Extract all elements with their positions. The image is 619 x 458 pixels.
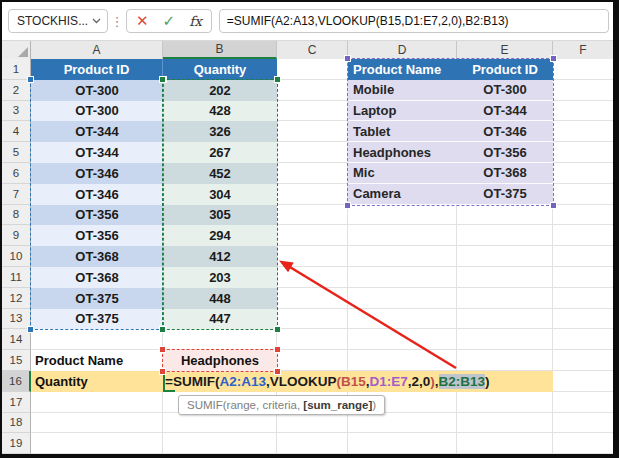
- cell-b3[interactable]: 428: [163, 101, 277, 122]
- cell-a13[interactable]: OT-375: [31, 309, 163, 330]
- formula-bar-text: =SUMIF(A2:A13,VLOOKUP(B15,D1:E7,2,0),B2:…: [227, 14, 509, 28]
- cell-e1[interactable]: Product ID: [457, 59, 553, 80]
- row-header-19[interactable]: 19: [2, 433, 31, 454]
- cell-d1[interactable]: Product Name: [348, 59, 457, 80]
- cell-b7[interactable]: 304: [163, 184, 277, 205]
- row-header-15[interactable]: 15: [2, 350, 31, 371]
- cancel-icon[interactable]: ✕: [136, 12, 149, 30]
- formula-buttons: ✕ ✓ fx: [126, 9, 212, 33]
- column-header-a[interactable]: A: [31, 41, 163, 59]
- row-header-3[interactable]: 3: [2, 101, 31, 122]
- row-header-6[interactable]: 6: [2, 163, 31, 184]
- row-header-2[interactable]: 2: [2, 80, 31, 101]
- data-table: Product ID Quantity OT-300 202 OT-300 42…: [31, 59, 277, 329]
- row-header-5[interactable]: 5: [2, 142, 31, 163]
- row-headers: 1 2 3 4 5 6 7 8 9 10 11 12 13 14 15 16 1…: [2, 59, 31, 454]
- cell-a8[interactable]: OT-356: [31, 205, 163, 226]
- column-header-f[interactable]: F: [553, 41, 613, 59]
- cell-a15[interactable]: Product Name: [31, 350, 163, 371]
- row-header-1[interactable]: 1: [2, 59, 31, 80]
- cell-b15-value: Headphones: [181, 353, 259, 368]
- name-box-drag-handle[interactable]: ⋮: [108, 14, 126, 29]
- row-header-9[interactable]: 9: [2, 225, 31, 246]
- row-header-13[interactable]: 13: [2, 309, 31, 330]
- cell-d3[interactable]: Laptop: [348, 101, 457, 122]
- column-header-d[interactable]: D: [348, 41, 457, 59]
- name-box[interactable]: STOCKHIS...: [8, 9, 108, 33]
- name-box-value: STOCKHIS...: [17, 14, 92, 28]
- formula-toolbar: STOCKHIS... ⋮ ✕ ✓ fx =SUMIF(A2:A13,VLOOK…: [2, 2, 613, 40]
- row-16-highlight: Quantity =SUMIF(A2:A13,VLOOKUP(B15,D1:E7…: [31, 371, 553, 392]
- cell-d2[interactable]: Mobile: [348, 80, 457, 101]
- chevron-down-icon: [92, 18, 101, 24]
- cell-b5[interactable]: 267: [163, 142, 277, 163]
- cell-a4[interactable]: OT-344: [31, 121, 163, 142]
- cell-b6[interactable]: 452: [163, 163, 277, 184]
- cell-d6[interactable]: Mic: [348, 163, 457, 184]
- row-header-17[interactable]: 17: [2, 392, 31, 413]
- cell-a16[interactable]: Quantity: [31, 371, 163, 392]
- cell-b11[interactable]: 203: [163, 267, 277, 288]
- cell-b8[interactable]: 305: [163, 205, 277, 226]
- row-header-14[interactable]: 14: [2, 329, 31, 350]
- cell-d4[interactable]: Tablet: [348, 121, 457, 142]
- tooltip-text: SUMIF(range, criteria,: [187, 399, 303, 411]
- row-header-11[interactable]: 11: [2, 267, 31, 288]
- selection-handle: [275, 347, 280, 352]
- row-header-16[interactable]: 16: [2, 371, 31, 392]
- cell-a10[interactable]: OT-368: [31, 246, 163, 267]
- selection-handle: [160, 369, 165, 374]
- formula-bar[interactable]: =SUMIF(A2:A13,VLOOKUP(B15,D1:E7,2,0),B2:…: [219, 9, 609, 33]
- cell-e5[interactable]: OT-356: [457, 142, 553, 163]
- cell-a2[interactable]: OT-300: [31, 80, 163, 101]
- selection-handle: [160, 347, 165, 352]
- cell-a5[interactable]: OT-344: [31, 142, 163, 163]
- row-header-12[interactable]: 12: [2, 288, 31, 309]
- cell-e6[interactable]: OT-368: [457, 163, 553, 184]
- cell-e2[interactable]: OT-300: [457, 80, 553, 101]
- insert-function-icon[interactable]: fx: [189, 13, 202, 29]
- cell-b2[interactable]: 202: [163, 80, 277, 101]
- cell-e4[interactable]: OT-346: [457, 121, 553, 142]
- cell-a7[interactable]: OT-346: [31, 184, 163, 205]
- column-headers: A B C D E F: [2, 40, 613, 59]
- selection-handle: [275, 369, 280, 374]
- column-header-c[interactable]: C: [277, 41, 348, 59]
- cell-a9[interactable]: OT-356: [31, 225, 163, 246]
- excel-window: STOCKHIS... ⋮ ✕ ✓ fx =SUMIF(A2:A13,VLOOK…: [2, 2, 613, 454]
- lookup-table: Product Name Product ID Mobile OT-300 La…: [348, 59, 553, 205]
- select-all-triangle-icon: [18, 47, 28, 57]
- function-tooltip: SUMIF(range, criteria, [sum_range]): [178, 395, 385, 415]
- cell-b15[interactable]: Headphones: [162, 349, 278, 371]
- cell-e7[interactable]: OT-375: [457, 184, 553, 205]
- row-header-4[interactable]: 4: [2, 121, 31, 142]
- cell-a6[interactable]: OT-346: [31, 163, 163, 184]
- enter-icon[interactable]: ✓: [163, 12, 176, 30]
- tooltip-text: ): [372, 399, 376, 411]
- row-header-18[interactable]: 18: [2, 413, 31, 434]
- cell-b12[interactable]: 448: [163, 288, 277, 309]
- row-header-7[interactable]: 7: [2, 184, 31, 205]
- column-header-e[interactable]: E: [457, 41, 553, 59]
- cell-b9[interactable]: 294: [163, 225, 277, 246]
- cell-b16-formula[interactable]: =SUMIF(A2:A13,VLOOKUP(B15,D1:E7,2,0),B2:…: [165, 371, 490, 392]
- cell-b13[interactable]: 447: [163, 309, 277, 330]
- excel-screenshot: STOCKHIS... ⋮ ✕ ✓ fx =SUMIF(A2:A13,VLOOK…: [0, 0, 619, 458]
- cell-a11[interactable]: OT-368: [31, 267, 163, 288]
- cell-a1[interactable]: Product ID: [31, 59, 163, 80]
- cell-b10[interactable]: 412: [163, 246, 277, 267]
- cell-b4[interactable]: 326: [163, 121, 277, 142]
- cell-b1[interactable]: Quantity: [163, 59, 277, 80]
- column-header-b[interactable]: B: [163, 41, 277, 59]
- cell-d7[interactable]: Camera: [348, 184, 457, 205]
- row-header-10[interactable]: 10: [2, 246, 31, 267]
- select-all-corner[interactable]: [2, 41, 31, 59]
- cell-d5[interactable]: Headphones: [348, 142, 457, 163]
- cell-a12[interactable]: OT-375: [31, 288, 163, 309]
- spreadsheet-grid: A B C D E F 1 2 3 4 5 6 7 8 9 10 11 12 1…: [2, 40, 613, 454]
- cell-e3[interactable]: OT-344: [457, 101, 553, 122]
- tooltip-sum-range: [sum_range]: [303, 399, 372, 411]
- row-header-8[interactable]: 8: [2, 205, 31, 226]
- cell-a3[interactable]: OT-300: [31, 101, 163, 122]
